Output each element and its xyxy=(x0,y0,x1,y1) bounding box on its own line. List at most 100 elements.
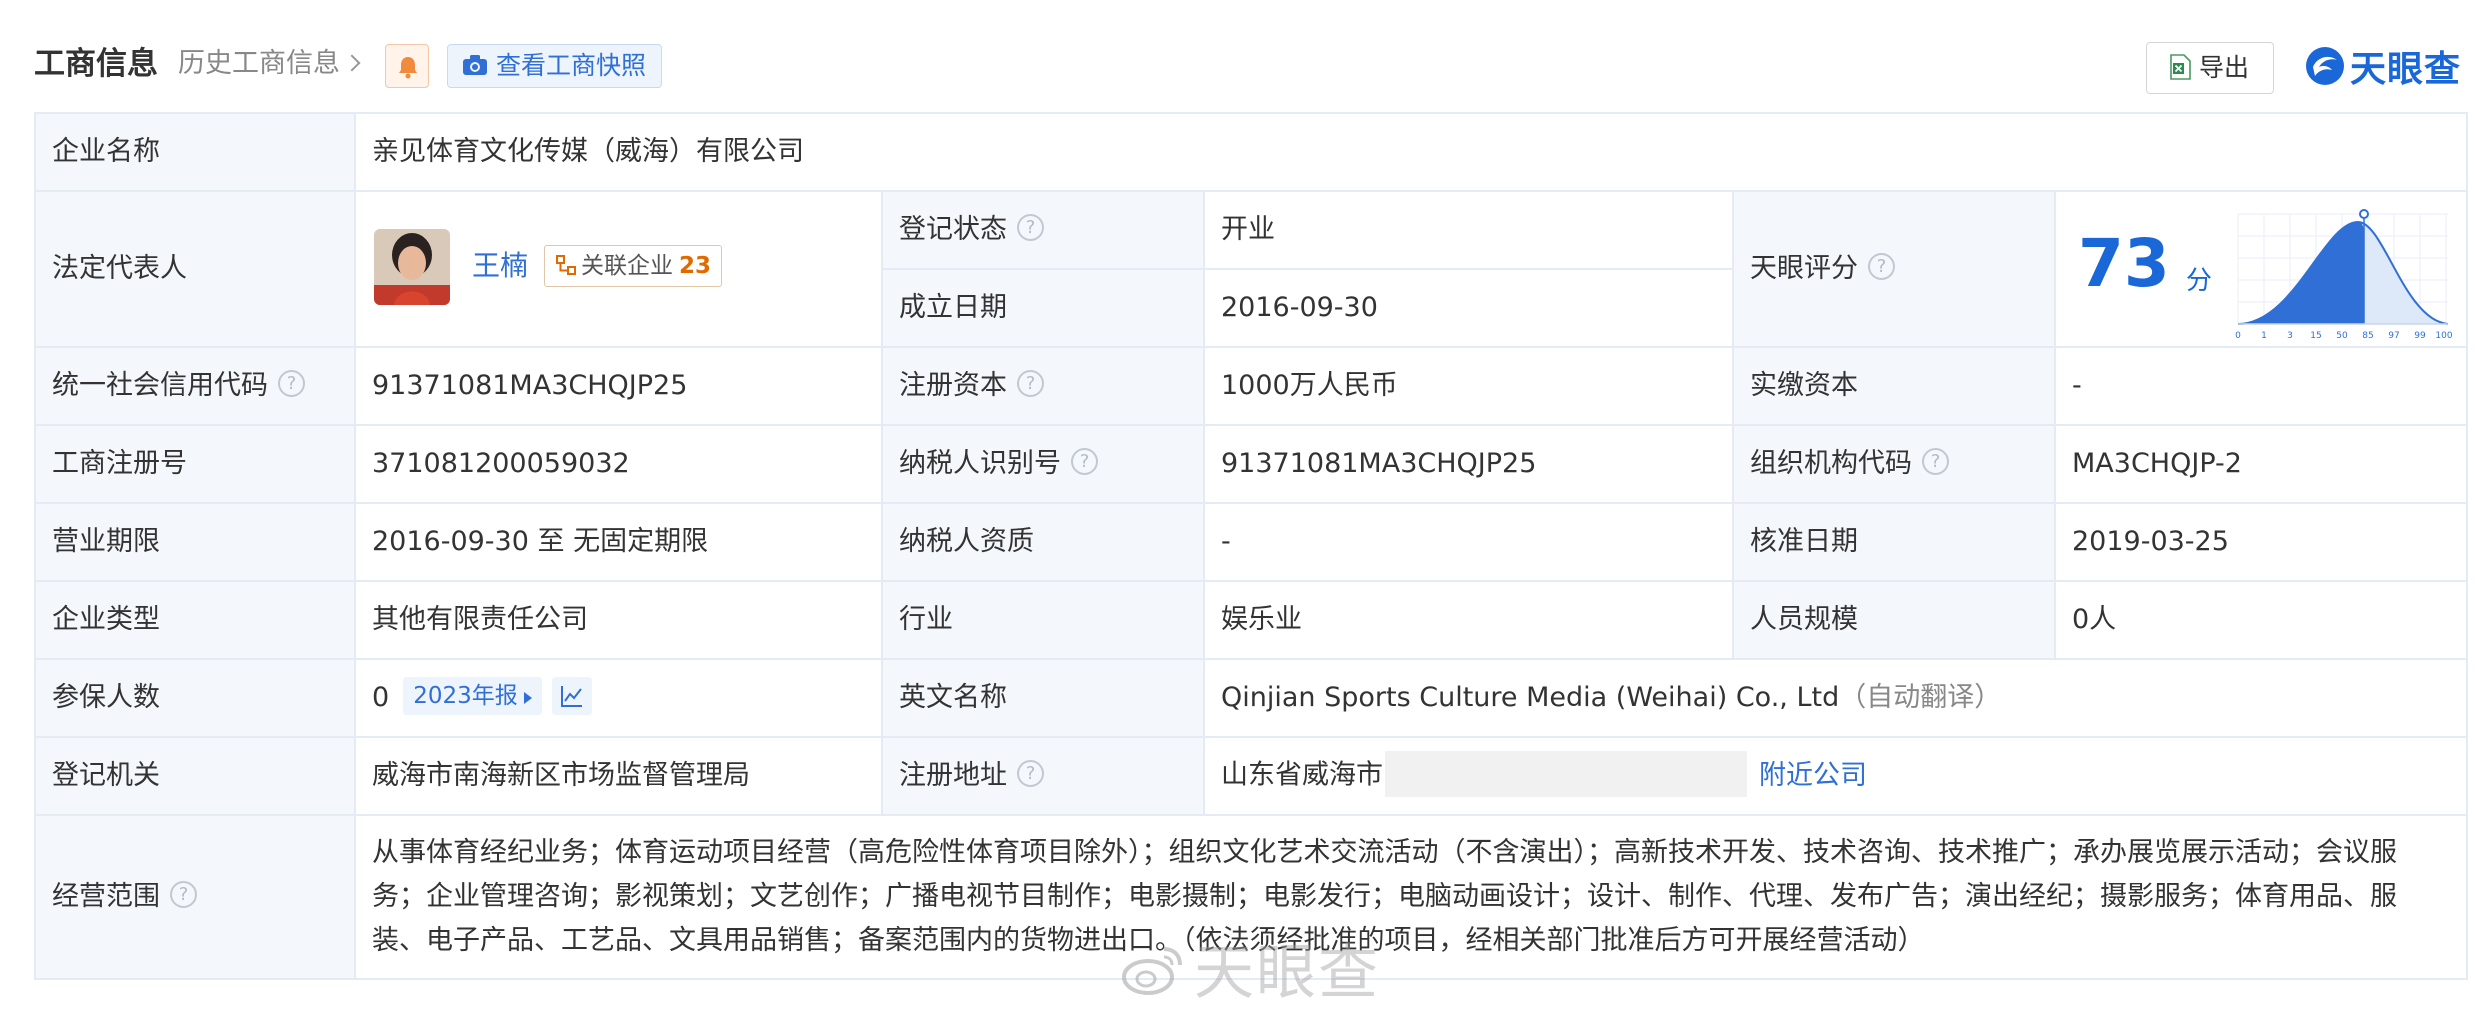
reg-capital-value: 1000万人民币 xyxy=(1203,346,1734,426)
chevron-right-icon xyxy=(343,54,361,71)
company-type-label: 企业类型 xyxy=(34,580,356,660)
table-row: 统一社会信用代码? 91371081MA3CHQJP25 注册资本? 1000万… xyxy=(34,346,2469,426)
related-companies-count: 23 xyxy=(679,253,712,279)
trend-chart-icon xyxy=(560,686,582,708)
paid-capital-label: 实缴资本 xyxy=(1732,346,2056,426)
avatar[interactable] xyxy=(374,229,450,305)
credit-code-value: 91371081MA3CHQJP25 xyxy=(354,346,883,426)
scope-label: 经营范围 xyxy=(52,881,160,912)
brand-text: 天眼查 xyxy=(2350,49,2462,90)
english-name-label: 英文名称 xyxy=(881,658,1205,738)
brand-logo: 天眼查 xyxy=(2304,40,2461,90)
camera-icon xyxy=(463,55,487,75)
score-label-cell: 天眼评分? xyxy=(1732,190,2056,348)
address-label-cell: 注册地址? xyxy=(881,736,1205,816)
help-icon[interactable]: ? xyxy=(1017,214,1044,241)
table-row: 法定代表人 王楠 关联企业 23 登记状态? 开业 天眼评分? 73 分 0 1… xyxy=(34,190,2469,348)
tax-qual-label: 纳税人资质 xyxy=(881,502,1205,582)
credit-code-label: 统一社会信用代码 xyxy=(52,370,268,401)
help-icon[interactable]: ? xyxy=(170,881,197,908)
bell-button[interactable] xyxy=(385,44,429,88)
term-value: 2016-09-30 至 无固定期限 xyxy=(354,502,883,582)
approve-date-label: 核准日期 xyxy=(1732,502,2056,582)
export-label: 导出 xyxy=(2199,53,2250,82)
insured-label: 参保人数 xyxy=(34,658,356,738)
snapshot-label: 查看工商快照 xyxy=(496,51,647,80)
tick-label: 100 xyxy=(2435,331,2452,340)
annual-report-label: 2023年报 xyxy=(413,683,518,710)
score-cell[interactable]: 73 分 0 1 3 15 50 85 97 99 100 xyxy=(2053,190,2469,348)
bell-icon xyxy=(399,57,417,79)
export-button[interactable]: 导出 xyxy=(2146,42,2274,94)
related-companies-label: 关联企业 xyxy=(581,253,673,279)
snapshot-button[interactable]: 查看工商快照 xyxy=(447,44,662,88)
score-unit: 分 xyxy=(2186,266,2213,296)
scope-value: 从事体育经纪业务；体育运动项目经营（高危险性体育项目除外）；组织文化艺术交流活动… xyxy=(353,814,2469,980)
help-icon[interactable]: ? xyxy=(1922,448,1949,475)
staff-size-label: 人员规模 xyxy=(1732,580,2056,660)
tick-label: 15 xyxy=(2310,331,2321,340)
tick-label: 3 xyxy=(2287,331,2293,340)
credit-code-label-cell: 统一社会信用代码? xyxy=(34,346,356,426)
status-label: 登记状态 xyxy=(899,214,1007,245)
company-name-label: 企业名称 xyxy=(34,112,356,192)
address-cell: 山东省威海市 附近公司 xyxy=(1202,736,2469,816)
tick-label: 99 xyxy=(2414,331,2426,340)
history-link[interactable]: 历史工商信息 xyxy=(178,44,361,84)
insured-value: 0 xyxy=(372,681,390,713)
watermark-text: 天眼查 xyxy=(1194,938,1380,1008)
insured-cell: 0 2023年报 xyxy=(354,658,883,738)
term-label: 营业期限 xyxy=(34,502,356,582)
help-icon[interactable]: ? xyxy=(1071,448,1098,475)
reg-authority-value: 威海市南海新区市场监督管理局 xyxy=(354,736,883,816)
tax-qual-value: - xyxy=(1203,502,1734,582)
paid-capital-value: - xyxy=(2053,346,2469,426)
taxpayer-id-label-cell: 纳税人识别号? xyxy=(881,424,1205,504)
table-row: 企业类型 其他有限责任公司 行业 娱乐业 人员规模 0人 xyxy=(34,580,2469,660)
legal-rep-name[interactable]: 王楠 xyxy=(472,247,528,285)
english-name-cell: Qinjian Sports Culture Media (Weihai) Co… xyxy=(1202,658,2469,738)
table-row: 登记机关 威海市南海新区市场监督管理局 注册地址? 山东省威海市 附近公司 xyxy=(34,736,2469,816)
score-label: 天眼评分 xyxy=(1750,253,1858,284)
org-code-label: 组织机构代码 xyxy=(1750,448,1912,479)
help-icon[interactable]: ? xyxy=(1017,370,1044,397)
english-name-value: Qinjian Sports Culture Media (Weihai) Co… xyxy=(1221,682,1840,713)
status-value: 开业 xyxy=(1203,190,1734,270)
status-label-cell: 登记状态? xyxy=(881,190,1205,270)
reg-no-value: 371081200059032 xyxy=(354,424,883,504)
excel-icon xyxy=(2170,54,2191,80)
tick-label: 50 xyxy=(2336,331,2348,340)
help-icon[interactable]: ? xyxy=(1868,253,1895,280)
annual-report-tag[interactable]: 2023年报 xyxy=(403,677,542,716)
reg-authority-label: 登记机关 xyxy=(34,736,356,816)
address-label: 注册地址 xyxy=(899,760,1007,791)
related-companies-tag[interactable]: 关联企业 23 xyxy=(544,245,723,287)
founded-value: 2016-09-30 xyxy=(1203,268,1734,348)
trend-button[interactable] xyxy=(551,677,592,716)
weibo-logo-icon xyxy=(1122,947,1182,996)
reg-no-label: 工商注册号 xyxy=(34,424,356,504)
taxpayer-id-label: 纳税人识别号 xyxy=(899,448,1061,479)
help-icon[interactable]: ? xyxy=(278,370,305,397)
tick-label: 1 xyxy=(2261,331,2267,340)
staff-size-value: 0人 xyxy=(2053,580,2469,660)
table-row: 企业名称 亲见体育文化传媒（威海）有限公司 xyxy=(34,112,2469,192)
legal-rep-label: 法定代表人 xyxy=(34,190,356,348)
watermark: 天眼查 xyxy=(1120,924,1380,1011)
industry-value: 娱乐业 xyxy=(1203,580,1734,660)
org-code-label-cell: 组织机构代码? xyxy=(1732,424,2056,504)
network-icon xyxy=(556,254,576,275)
reg-capital-label: 注册资本 xyxy=(899,370,1007,401)
header: 工商信息 历史工商信息 查看工商快照 导出 天眼查 xyxy=(0,0,2492,112)
address-value: 山东省威海市 xyxy=(1221,759,1383,791)
score-distribution-chart: 0 1 3 15 50 85 97 99 100 xyxy=(2235,209,2453,340)
score-value: 73 xyxy=(2078,225,2170,302)
table-row: 营业期限 2016-09-30 至 无固定期限 纳税人资质 - 核准日期 201… xyxy=(34,502,2469,582)
company-name: 亲见体育文化传媒（威海）有限公司 xyxy=(353,112,2469,192)
help-icon[interactable]: ? xyxy=(1017,760,1044,787)
tianyancha-logo-icon xyxy=(2306,47,2344,85)
company-type-value: 其他有限责任公司 xyxy=(354,580,883,660)
table-row: 工商注册号 371081200059032 纳税人识别号? 91371081MA… xyxy=(34,424,2469,504)
tick-label: 0 xyxy=(2235,331,2241,340)
nearby-companies-link[interactable]: 附近公司 xyxy=(1759,760,1867,791)
